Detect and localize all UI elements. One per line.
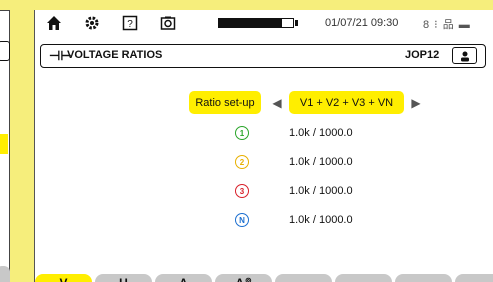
right-arrow-icon[interactable]: ▶ [408,95,424,111]
svg-text:?: ? [127,19,133,30]
user-icon[interactable] [452,47,477,64]
home-icon[interactable] [45,14,63,32]
config-code: JOP12 [405,49,440,61]
settings-gear-icon[interactable] [83,14,101,32]
battery-level-fill [219,19,282,27]
tab-empty-8[interactable] [455,274,493,282]
bottom-tab-bar: V U A A⊚ [35,274,493,282]
phase-row-1[interactable]: 1 1.0k / 1000.0 [235,126,435,142]
tab-empty-7[interactable] [395,274,452,282]
adjacent-title-box [0,41,10,61]
phase-row-3[interactable]: 3 1.0k / 1000.0 [235,184,435,200]
tab-u[interactable]: U [95,274,152,282]
tab-a-sensor-label: A [235,276,244,282]
left-arrow-icon[interactable]: ◀ [269,95,285,111]
battery-tip [295,20,298,26]
tab-a-sensor[interactable]: A⊚ [215,274,272,282]
tab-a[interactable]: A [155,274,212,282]
ratio-setup-value[interactable]: V1 + V2 + V3 + VN [289,91,404,114]
ratio-setup-label[interactable]: Ratio set-up [189,91,261,114]
tab-v[interactable]: V [35,274,92,282]
phase-row-2[interactable]: 2 1.0k / 1000.0 [235,155,435,171]
adjacent-highlight [0,134,8,154]
phase-1-ratio: 1.0k / 1000.0 [289,127,353,139]
phase-3-icon: 3 [235,184,249,198]
sensor-icon: ⊚ [244,276,252,282]
battery-indicator [218,18,294,28]
tab-empty-5[interactable] [275,274,332,282]
camera-icon[interactable] [159,14,177,32]
phase-3-ratio: 1.0k / 1000.0 [289,185,353,197]
adjacent-device-strip [0,0,14,282]
datetime-display: 01/07/21 09:30 [325,17,399,29]
phase-2-icon: 2 [235,155,249,169]
phase-1-icon: 1 [235,126,249,140]
phase-row-n[interactable]: N 1.0k / 1000.0 [235,213,435,229]
phase-n-icon: N [235,213,249,227]
phase-n-ratio: 1.0k / 1000.0 [289,214,353,226]
page-title: VOLTAGE RATIOS [67,49,163,61]
tab-empty-6[interactable] [335,274,392,282]
connection-icons: 8 ⁝ 品 ▬ [423,19,471,31]
title-bar: ⊣⊢ VOLTAGE RATIOS JOP12 [40,44,486,68]
status-bar: ? 01/07/21 09:30 8 ⁝ 品 ▬ [35,10,493,36]
device-screen: ? 01/07/21 09:30 8 ⁝ 品 ▬ ⊣⊢ VOLTAGE RATI… [34,10,493,282]
adjacent-tab [0,266,10,282]
help-icon[interactable]: ? [121,14,139,32]
phase-2-ratio: 1.0k / 1000.0 [289,156,353,168]
